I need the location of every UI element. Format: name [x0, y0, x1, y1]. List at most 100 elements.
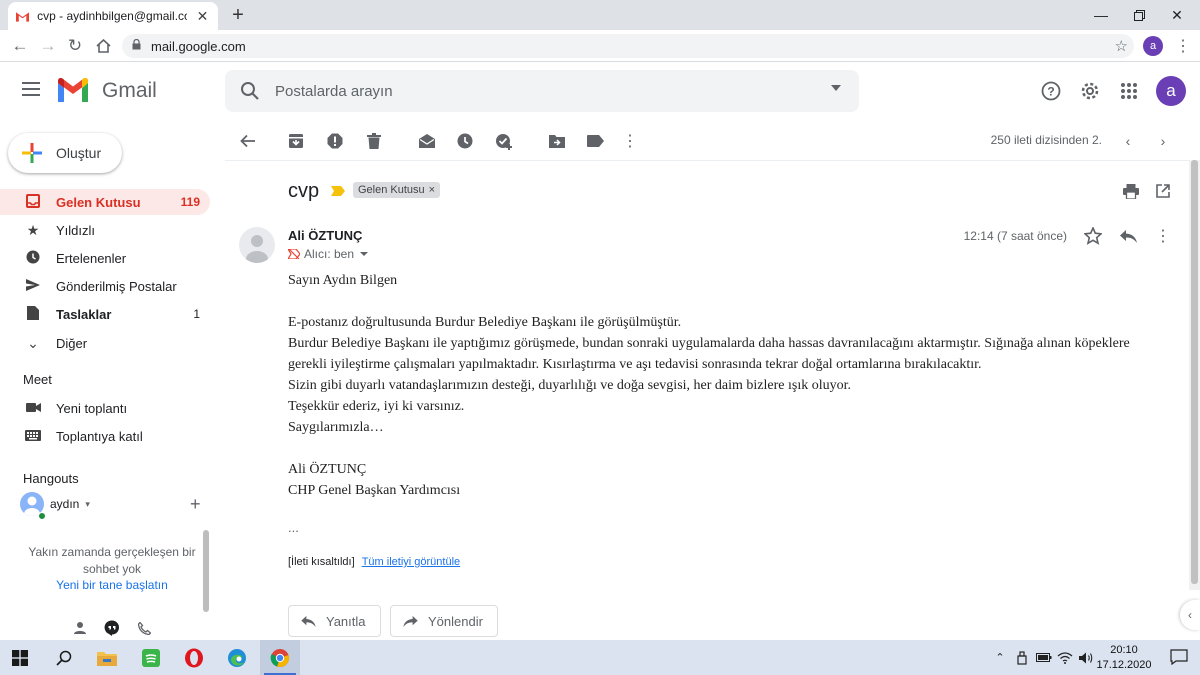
label-tag-icon[interactable] — [584, 130, 606, 152]
hangouts-chat-icon[interactable] — [102, 618, 122, 638]
battery-icon[interactable] — [1034, 640, 1054, 675]
draft-icon — [24, 305, 42, 323]
search-bar[interactable]: Postalarda arayın — [225, 70, 859, 112]
sidebar-item-sent[interactable]: Gönderilmiş Postalar — [0, 273, 210, 299]
sidebar-item-snoozed[interactable]: Ertelenenler — [0, 245, 210, 271]
back-to-inbox-icon[interactable] — [237, 130, 259, 152]
newer-chevron-left-icon[interactable]: ‹ — [1117, 130, 1139, 152]
recipient-text: Alıcı: ben — [304, 247, 355, 261]
trimmed-content-ellipsis[interactable]: ... — [288, 520, 299, 535]
view-entire-message-link[interactable]: Tüm iletiyi görüntüle — [362, 556, 460, 568]
usb-device-icon[interactable] — [1012, 640, 1032, 675]
tray-overflow-chevron-icon[interactable]: ⌃ — [990, 640, 1010, 675]
delete-trash-icon[interactable] — [363, 130, 385, 152]
browser-menu-icon[interactable]: ⋮ — [1175, 36, 1191, 56]
body-line: Sayın Aydın Bilgen — [288, 273, 398, 288]
star-icon: ★ — [26, 221, 40, 238]
message-more-options-icon[interactable]: ⋮ — [1152, 225, 1174, 247]
browser-profile-avatar[interactable]: a — [1143, 36, 1163, 56]
search-input[interactable]: Postalarda arayın — [275, 83, 393, 100]
sidebar-item-drafts[interactable]: Taslaklar 1 — [0, 301, 210, 327]
svg-text:?: ? — [1047, 85, 1054, 99]
message-scrollbar[interactable] — [1191, 160, 1198, 584]
reply-arrow-icon[interactable] — [1117, 225, 1139, 247]
inbox-label-chip[interactable]: Gelen Kutusu × — [353, 182, 441, 198]
more-options-icon[interactable]: ⋮ — [619, 130, 641, 152]
browser-tab[interactable]: cvp - aydinhbilgen@gmail.com - ✕ — [8, 2, 218, 30]
hangouts-bottom-bar — [0, 614, 225, 640]
gmail-logo-icon[interactable] — [56, 78, 90, 104]
add-to-tasks-icon[interactable] — [493, 130, 515, 152]
sender-avatar[interactable] — [239, 227, 275, 263]
system-clock[interactable]: 20:10 17.12.2020 — [1094, 643, 1154, 673]
account-avatar[interactable]: a — [1156, 76, 1186, 106]
chrome-browser-icon[interactable] — [260, 640, 300, 675]
recipient-details[interactable]: Alıcı: ben — [288, 247, 369, 261]
wifi-icon[interactable] — [1055, 640, 1075, 675]
snooze-clock-icon[interactable] — [454, 130, 476, 152]
label-chip-text: Gelen Kutusu — [358, 184, 425, 196]
new-tab-icon[interactable]: + — [228, 5, 248, 25]
hangouts-user[interactable]: aydın ▾ — [20, 492, 90, 516]
sidebar-item-inbox[interactable]: Gelen Kutusu 119 — [0, 189, 210, 215]
compose-button[interactable]: Oluştur — [8, 133, 122, 173]
sidebar-item-starred[interactable]: ★ Yıldızlı — [0, 217, 210, 243]
gmail-brand-text: Gmail — [102, 79, 157, 102]
report-spam-icon[interactable] — [324, 130, 346, 152]
main-menu-icon[interactable] — [22, 82, 40, 96]
tab-close-icon[interactable]: ✕ — [195, 8, 210, 25]
settings-gear-icon[interactable] — [1078, 79, 1102, 103]
add-hangout-icon[interactable]: + — [190, 494, 201, 515]
mark-unread-icon[interactable] — [416, 130, 438, 152]
star-message-icon[interactable] — [1082, 225, 1104, 247]
contacts-person-icon[interactable] — [70, 618, 90, 638]
open-in-new-window-icon[interactable] — [1152, 180, 1174, 202]
clock-icon — [24, 250, 42, 267]
toolbar-divider — [225, 160, 1189, 161]
side-panel-expand-icon[interactable]: ‹ — [1180, 600, 1200, 630]
forward-button[interactable]: Yönlendir — [390, 605, 498, 637]
search-options-icon[interactable] — [831, 85, 841, 91]
volume-icon[interactable] — [1076, 640, 1096, 675]
windows-start-icon[interactable] — [0, 640, 40, 675]
sidebar-item-new-meeting[interactable]: Yeni toplantı — [0, 395, 210, 421]
home-icon[interactable] — [91, 34, 115, 58]
start-new-hangout-link[interactable]: Yeni bir tane başlatın — [22, 578, 202, 592]
move-to-icon[interactable] — [546, 130, 568, 152]
opera-browser-icon[interactable] — [174, 640, 214, 675]
phone-icon[interactable] — [134, 618, 154, 638]
bookmark-star-icon[interactable]: ☆ — [1115, 37, 1128, 55]
sidebar-item-more[interactable]: ⌄ Diğer — [0, 330, 210, 356]
file-explorer-icon[interactable] — [87, 640, 127, 675]
edge-browser-icon[interactable] — [217, 640, 257, 675]
online-status-indicator — [38, 512, 46, 520]
forward-icon — [403, 615, 418, 627]
sender-name[interactable]: Ali ÖZTUNÇ — [288, 228, 362, 243]
archive-icon[interactable] — [285, 130, 307, 152]
reply-button[interactable]: Yanıtla — [288, 605, 381, 637]
apps-grid-icon[interactable] — [1117, 79, 1141, 103]
taskbar-search-icon[interactable] — [44, 640, 84, 675]
forward-icon[interactable]: → — [36, 34, 60, 58]
back-icon[interactable]: ← — [8, 34, 32, 58]
notification-center-icon[interactable] — [1170, 649, 1188, 665]
search-icon[interactable] — [239, 80, 261, 102]
importance-marker-icon[interactable] — [331, 186, 345, 196]
sidebar-item-join-meeting[interactable]: Toplantıya katıl — [0, 423, 210, 449]
spotify-like-app-icon[interactable] — [131, 640, 171, 675]
message-time: 12:14 (7 saat önce) — [963, 229, 1067, 243]
window-close-icon[interactable]: ✕ — [1154, 0, 1200, 30]
print-icon[interactable] — [1120, 180, 1142, 202]
tab-title: cvp - aydinhbilgen@gmail.com - — [37, 9, 187, 23]
sidebar-scrollbar[interactable] — [203, 530, 209, 612]
older-chevron-right-icon[interactable]: › — [1152, 130, 1174, 152]
address-bar[interactable]: mail.google.com ☆ — [122, 34, 1134, 58]
remove-label-icon[interactable]: × — [429, 184, 435, 196]
video-icon — [24, 400, 42, 416]
reload-icon[interactable]: ↻ — [63, 34, 87, 58]
recipient-dropdown-icon[interactable] — [360, 252, 369, 256]
hangouts-user-chevron-icon[interactable]: ▾ — [85, 499, 90, 510]
clock-date: 17.12.2020 — [1096, 659, 1152, 671]
keyboard-icon — [24, 428, 42, 444]
help-icon[interactable]: ? — [1039, 79, 1063, 103]
